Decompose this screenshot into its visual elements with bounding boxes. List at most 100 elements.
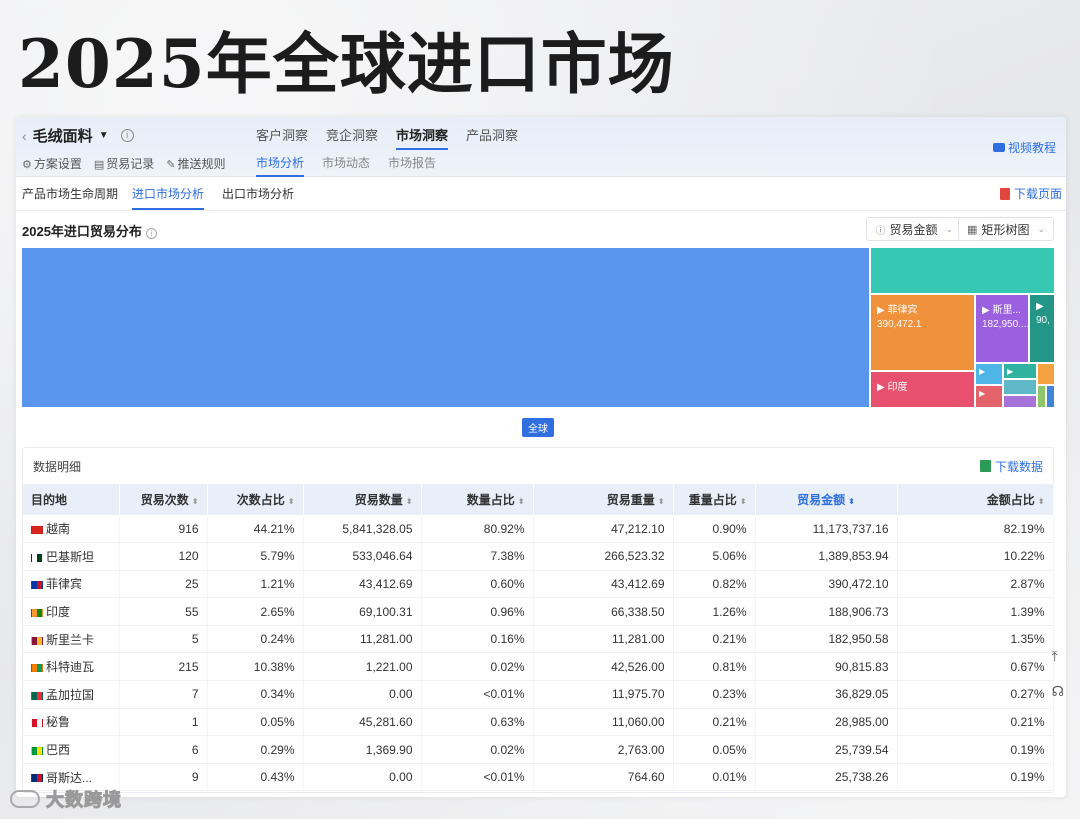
col-trade-quantity-header[interactable]: 贸易数量 ⬍	[303, 484, 422, 515]
weight-pct-cell: 0.90%	[673, 515, 756, 544]
sort-icon[interactable]: ⬍	[848, 497, 855, 506]
settings-icon: ⚙	[22, 159, 32, 171]
push-rules-button[interactable]: ✎ 推送规则	[166, 155, 225, 172]
qty-cell: 533,046.64	[303, 542, 422, 571]
sort-icon[interactable]: ⬍	[740, 497, 747, 506]
treemap-cell-philippines[interactable]: ▶ 菲律宾 390,472.1	[871, 295, 974, 370]
table-row[interactable]: 越南 916 44.21% 5,841,328.05 80.92% 47,212.10 0.…	[23, 515, 1054, 544]
treemap-cell-cotedivoire[interactable]: ▶ 90,	[1030, 295, 1054, 362]
col-amount-share-header[interactable]: 金额占比 ⬍	[897, 484, 1054, 515]
metric-select[interactable]: ⓘ 贸易金额 ⌄	[866, 217, 962, 241]
info-icon[interactable]: i	[145, 228, 157, 239]
sort-icon[interactable]: ⬍	[192, 497, 199, 506]
col-trade-count-header[interactable]: 贸易次数 ⬍	[119, 484, 208, 515]
tab-market-news[interactable]: 市场动态	[322, 154, 370, 177]
treemap-cell-small[interactable]	[1004, 396, 1036, 407]
col-weight-share-header[interactable]: 重量占比 ⬍	[673, 484, 756, 515]
tab-lifecycle[interactable]: 产品市场生命周期	[22, 185, 118, 202]
video-tutorial-link[interactable]: 视频教程	[992, 139, 1056, 156]
weight-cell: 11,060.00	[533, 708, 674, 737]
treemap-cell-small[interactable]: ▶	[1004, 364, 1036, 378]
tab-customer-insight[interactable]: 客户洞察	[256, 125, 308, 150]
table-row[interactable]: 科特迪瓦 215 10.38% 1,221.00 0.02% 42,526.00 0.81%…	[23, 652, 1054, 682]
page-headline: 2025年全球进口市场	[18, 25, 675, 103]
back-to-top-icon[interactable]: ⤒	[1052, 648, 1064, 665]
amount-pct-cell: 0.21%	[897, 708, 1054, 737]
treemap-cell-vietnam[interactable]	[22, 248, 869, 407]
treemap-cell-small[interactable]	[1004, 380, 1036, 394]
treemap-cell-srilanka[interactable]: ▶ 斯里... 182,950....	[976, 295, 1028, 362]
amount-cell: 11,173,737.16	[755, 515, 898, 544]
count-pct-cell: 0.43%	[207, 763, 304, 792]
treemap-cell-india[interactable]: ▶ 印度	[871, 372, 974, 407]
data-table: 目的地 贸易次数 ⬍ 次数占比 ⬍ 贸易数量 ⬍ 数量占比 ⬍ 贸易重量 ⬍ 重量占比 ⬍ 贸易金额 ⬍ 金额…	[23, 484, 1054, 792]
tab-import-analysis[interactable]: 进口市场分析	[132, 185, 205, 210]
product-selector[interactable]: ‹ 毛绒面料 ▼ i	[22, 125, 134, 146]
col-quantity-share-header[interactable]: 数量占比 ⬍	[421, 484, 534, 515]
trade-records-button[interactable]: ▤ 贸易记录	[94, 155, 154, 172]
destination-cell: 越南	[23, 515, 120, 544]
data-detail-header: 数据明细 下载数据	[23, 448, 1053, 484]
weight-pct-cell: 0.21%	[673, 625, 756, 654]
treemap-cell-small[interactable]	[1038, 386, 1045, 407]
tab-product-insight[interactable]: 产品洞察	[466, 125, 518, 150]
treemap-cell-pakistan[interactable]	[871, 248, 1054, 293]
table-row[interactable]: 哥斯达... 9 0.43% 0.00 <0.01% 764.60 0.01% 25,738.…	[23, 763, 1054, 792]
treemap-cell-small[interactable]: ▶	[976, 364, 1002, 384]
table-body: 越南 916 44.21% 5,841,328.05 80.92% 47,212.10 0.…	[23, 515, 1054, 792]
view-select[interactable]: ▦ 矩形树图 ⌄	[958, 217, 1054, 241]
sort-icon[interactable]: ⬍	[658, 497, 665, 506]
amount-pct-cell: 0.67%	[897, 652, 1054, 682]
treemap-cell-small[interactable]	[1047, 386, 1054, 407]
col-trade-weight-header[interactable]: 贸易重量 ⬍	[533, 484, 674, 515]
weight-cell: 11,281.00	[533, 625, 674, 654]
amount-pct-cell: 82.19%	[897, 515, 1054, 544]
col-count-share-header[interactable]: 次数占比 ⬍	[207, 484, 304, 515]
download-data-button[interactable]: 下载数据	[979, 458, 1043, 475]
table-row[interactable]: 巴西 6 0.29% 1,369.90 0.02% 2,763.00 0.05% 25,739…	[23, 735, 1054, 764]
headset-icon[interactable]: ☊	[1052, 683, 1064, 700]
amount-cell: 25,739.54	[755, 735, 898, 764]
destination-cell: 菲律宾	[23, 570, 120, 599]
tab-competitor-insight[interactable]: 竞企洞察	[326, 125, 378, 150]
download-page-button[interactable]: 下载页面	[999, 185, 1062, 202]
amount-pct-cell: 0.19%	[897, 735, 1054, 764]
amount-pct-cell: 1.39%	[897, 597, 1054, 626]
sort-icon[interactable]: ⬍	[288, 497, 295, 506]
table-row[interactable]: 巴基斯坦 120 5.79% 533,046.64 7.38% 266,523.32 5.0…	[23, 542, 1054, 571]
treemap-cell-small[interactable]	[1038, 364, 1054, 384]
treemap-root-button[interactable]: 全球	[522, 418, 554, 437]
count-pct-cell: 0.24%	[207, 625, 304, 654]
qty-cell: 43,412.69	[303, 570, 422, 599]
sort-icon[interactable]: ⬍	[518, 497, 525, 506]
table-row[interactable]: 菲律宾 25 1.21% 43,412.69 0.60% 43,412.69 0.82% 39…	[23, 570, 1054, 599]
treemap-cell-small[interactable]: ▶	[976, 386, 1002, 407]
table-row[interactable]: 斯里兰卡 5 0.24% 11,281.00 0.16% 11,281.00 0.21% 18…	[23, 625, 1054, 654]
plan-settings-button[interactable]: ⚙ 方案设置	[22, 155, 82, 172]
weight-pct-cell: 5.06%	[673, 542, 756, 571]
treemap-chart: ▶ 菲律宾 390,472.1 ▶ 斯里... 182,950.... ▶ 90…	[22, 248, 1054, 407]
count-pct-cell: 1.21%	[207, 570, 304, 599]
back-icon[interactable]: ‹	[22, 128, 27, 144]
tab-market-report[interactable]: 市场报告	[388, 154, 436, 177]
side-floating-tools: ⤒ ☊	[1052, 648, 1064, 700]
weight-pct-cell: 1.26%	[673, 597, 756, 626]
info-icon[interactable]: i	[120, 129, 134, 142]
tab-market-analysis[interactable]: 市场分析	[256, 154, 305, 177]
table-row[interactable]: 孟加拉国 7 0.34% 0.00 <0.01% 11,975.70 0.23% 36,829…	[23, 680, 1054, 709]
qty-cell: 69,100.31	[303, 597, 422, 626]
table-row[interactable]: 秘鲁 1 0.05% 45,281.60 0.63% 11,060.00 0.21% 28,9…	[23, 708, 1054, 737]
sort-icon[interactable]: ⬍	[1038, 497, 1045, 506]
flag-icon	[31, 719, 43, 728]
table-row[interactable]: 印度 55 2.65% 69,100.31 0.96% 66,338.50 1.26% 188…	[23, 597, 1054, 626]
tab-market-insight[interactable]: 市场洞察	[396, 125, 449, 150]
qty-pct-cell: 0.16%	[421, 625, 534, 654]
tab-export-analysis[interactable]: 出口市场分析	[222, 185, 294, 202]
qty-pct-cell: 0.60%	[421, 570, 534, 599]
flag-icon	[31, 636, 43, 645]
qty-pct-cell: <0.01%	[421, 680, 534, 709]
flag-icon	[31, 746, 43, 755]
col-destination-header[interactable]: 目的地	[23, 484, 120, 515]
sort-icon[interactable]: ⬍	[406, 497, 413, 506]
col-trade-amount-header[interactable]: 贸易金额 ⬍	[755, 484, 898, 515]
